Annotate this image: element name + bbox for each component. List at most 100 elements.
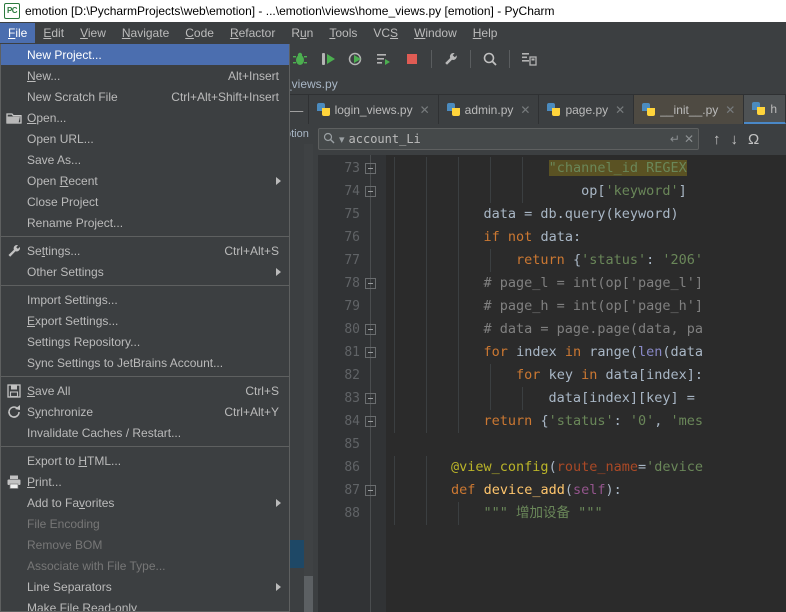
debug-icon[interactable] [287,46,313,72]
search-input-value[interactable]: account_Li [349,132,666,146]
menu-item-make-file-read-only[interactable]: Make File Read-only [1,597,289,612]
code-line[interactable]: @view_config(route_name='device [386,456,703,479]
menu-item-rename-project[interactable]: Rename Project... [1,212,289,233]
menubar-item-edit[interactable]: Edit [35,23,72,43]
menu-item-export-settings[interactable]: Export Settings... [1,310,289,331]
menu-item-sync-settings-to-jetbrains-account[interactable]: Sync Settings to JetBrains Account... [1,352,289,373]
code-folding-toggle[interactable] [365,186,376,197]
menu-item-invalidate-caches-restart[interactable]: Invalidate Caches / Restart... [1,422,289,443]
search-input[interactable]: ▾ account_Li ↵ ✕ [318,128,699,150]
menu-item-save-as[interactable]: Save As... [1,149,289,170]
find-bar[interactable]: ▾ account_Li ↵ ✕ ↑ ↓ Ω [318,124,786,154]
editor-gutter[interactable]: 73 74 75 76 77 78 79 80 81 82 83 84 85 86 87 88 [318,155,386,612]
search-icon[interactable] [323,132,335,147]
find-navigation[interactable]: ↑ ↓ Ω [713,131,759,148]
menubar-item-file[interactable]: File [0,23,36,43]
code-line[interactable]: op['keyword'] [386,180,687,203]
run-configurations-icon[interactable] [371,46,397,72]
close-tab-icon[interactable]: ✕ [615,103,625,117]
menu-item-export-to-html[interactable]: Export to HTML... [1,450,289,471]
editor-tab-h[interactable]: h [744,95,786,124]
code-token: data = db.query(keyword) [386,206,679,222]
code-token: '206' [662,252,704,268]
find-next-icon[interactable]: ↓ [731,131,739,148]
menu-item-open[interactable]: Open... [1,107,289,128]
menu-item-other-settings[interactable]: Other Settings [1,261,289,282]
menubar-item-help[interactable]: Help [465,23,506,43]
code-folding-toggle[interactable] [365,347,376,358]
menu-item-open-url[interactable]: Open URL... [1,128,289,149]
code-folding-toggle[interactable] [365,163,376,174]
code-line[interactable]: data[index][key] = [386,387,703,410]
search-enter-icon[interactable]: ↵ [670,132,680,146]
code-line[interactable]: for key in data[index]: [386,364,703,387]
menu-item-new-scratch-file[interactable]: New Scratch File Ctrl+Alt+Shift+Insert [1,86,289,107]
main-toolbar[interactable] [285,44,786,74]
code-folding-toggle[interactable] [365,324,376,335]
menu-bar[interactable]: File Edit View Navigate Code Refactor Run Tools… [0,22,786,44]
editor-tab-init-py[interactable]: __init__.py ✕ [634,95,745,124]
search-clear-icon[interactable]: ✕ [684,132,694,146]
menu-item-settings-repository[interactable]: Settings Repository... [1,331,289,352]
code-line[interactable]: if not data: [386,226,582,249]
code-line[interactable]: def device_add(self): [386,479,622,502]
menu-item-new-project[interactable]: New Project... [1,44,289,65]
code-folding-toggle[interactable] [365,278,376,289]
find-filter-icon[interactable]: Ω [748,131,759,148]
menubar-item-code[interactable]: Code [177,23,222,43]
database-icon[interactable] [516,46,542,72]
editor-tab-admin-py[interactable]: admin.py ✕ [439,95,540,124]
run-coverage-icon[interactable] [343,46,369,72]
menubar-item-run[interactable]: Run [283,23,321,43]
file-menu-popup[interactable]: New Project... New... Alt+Insert New Scratc… [0,44,290,612]
project-scrollbar-track[interactable] [304,144,313,612]
code-line[interactable]: for index in range(len(data [386,341,704,364]
menubar-item-view[interactable]: View [72,23,114,43]
menu-item-label: Close Project [27,194,99,209]
menu-item-line-separators[interactable]: Line Separators [1,576,289,597]
code-line[interactable]: # data = page.page(data, pa [386,318,703,341]
code-line[interactable]: data = db.query(keyword) [386,203,679,226]
menu-item-label: New Project... [27,47,102,62]
menubar-item-vcs[interactable]: VCS [365,23,406,43]
menubar-item-window[interactable]: Window [406,23,465,43]
code-folding-toggle[interactable] [365,416,376,427]
menu-item-close-project[interactable]: Close Project [1,191,289,212]
close-tab-icon[interactable]: ✕ [420,103,430,117]
search-history-chevron-icon[interactable]: ▾ [339,133,345,146]
line-number: 81 [344,345,360,360]
menu-item-add-to-favorites[interactable]: Add to Favorites [1,492,289,513]
menubar-item-navigate[interactable]: Navigate [114,23,177,43]
settings-wrench-icon[interactable] [438,46,464,72]
code-folding-toggle[interactable] [365,485,376,496]
code-line[interactable]: "channel_id REGEX [386,157,687,180]
menu-item-synchronize[interactable]: Synchronize Ctrl+Alt+Y [1,401,289,422]
code-line[interactable]: """ 增加设备 """ [386,502,603,525]
menu-item-import-settings[interactable]: Import Settings... [1,289,289,310]
menu-item-new[interactable]: New... Alt+Insert [1,65,289,86]
code-line[interactable]: # page_h = int(op['page_h'] [386,295,703,318]
menubar-item-tools[interactable]: Tools [321,23,365,43]
menu-item-label: Settings... [27,243,81,258]
editor-tab-bar[interactable]: — login_views.py ✕ admin.py ✕ page.py ✕ __init… [285,95,786,124]
run-icon[interactable] [315,46,341,72]
menubar-item-refactor[interactable]: Refactor [222,23,283,43]
code-line[interactable]: return {'status': '206' [386,249,703,272]
menu-item-settings[interactable]: Settings... Ctrl+Alt+S [1,240,289,261]
code-area[interactable]: "channel_id REGEX op['keyword'] data = d… [386,155,786,612]
search-everywhere-icon[interactable] [477,46,503,72]
code-line[interactable]: return {'status': '0', 'mes [386,410,704,433]
code-line[interactable]: # page_l = int(op['page_l'] [386,272,703,295]
menu-item-save-all[interactable]: Save All Ctrl+S [1,380,289,401]
editor-tab-login-views-py[interactable]: login_views.py ✕ [309,95,439,124]
find-previous-icon[interactable]: ↑ [713,131,721,148]
project-scrollbar-thumb[interactable] [304,576,313,612]
close-tab-icon[interactable]: ✕ [520,103,530,117]
menu-item-print[interactable]: Print... [1,471,289,492]
menu-item-open-recent[interactable]: Open Recent [1,170,289,191]
editor-tab-page-py[interactable]: page.py ✕ [539,95,635,124]
close-tab-icon[interactable]: ✕ [725,103,735,117]
stop-icon[interactable] [399,46,425,72]
code-editor[interactable]: 73 74 75 76 77 78 79 80 81 82 83 84 85 86 87 88 "channe… [318,155,786,612]
code-folding-toggle[interactable] [365,393,376,404]
